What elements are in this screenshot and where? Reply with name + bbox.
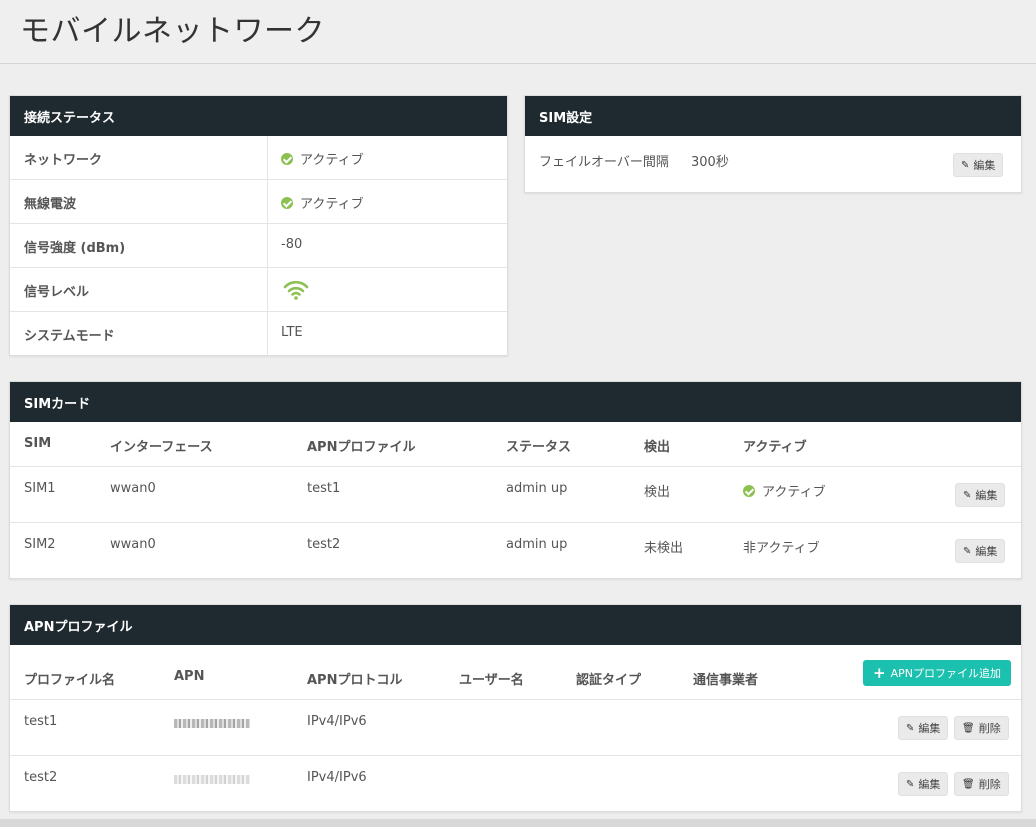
status-value: アクティブ: [281, 149, 364, 168]
apn2-edit-button[interactable]: ✎ 編集: [898, 772, 949, 796]
col-header-sim: SIM: [24, 436, 52, 451]
add-apn-profile-button[interactable]: + APNプロファイル追加: [863, 660, 1011, 686]
check-circle-icon: [281, 153, 293, 165]
status-value: -80: [281, 237, 303, 252]
sim-settings-panel: SIM設定 フェイルオーバー間隔 300秒 ✎ 編集: [524, 95, 1022, 193]
status-label: 無線電波: [24, 197, 77, 212]
status-label: ネットワーク: [24, 153, 103, 168]
pencil-icon: ✎: [961, 159, 970, 171]
failover-label: フェイルオーバー間隔: [539, 155, 669, 170]
wifi-signal-icon: [283, 279, 309, 305]
pencil-icon: ✎: [906, 722, 915, 734]
check-circle-icon: [281, 197, 293, 209]
status-row-signal-level: 信号レベル: [10, 268, 507, 312]
col-header-auth-type: 認証タイプ: [576, 673, 642, 688]
col-header-apn-protocol: APNプロトコル: [307, 673, 403, 688]
profile-name-cell: test1: [24, 714, 58, 729]
apn1-delete-button[interactable]: 🗑 削除: [954, 716, 1009, 740]
check-circle-icon: [743, 485, 755, 497]
pencil-icon: ✎: [963, 489, 972, 501]
col-header-active: アクティブ: [743, 440, 807, 455]
col-header-interface: インターフェース: [110, 440, 213, 455]
apn-table-header: プロファイル名 APN APNプロトコル ユーザー名 認証タイプ 通信事業者 +…: [10, 645, 1021, 700]
apn-profiles-title: APNプロファイル: [10, 605, 1021, 645]
status-row-network: ネットワーク アクティブ: [10, 136, 507, 180]
col-header-apn: APN: [174, 669, 205, 684]
apn-protocol-cell: IPv4/IPv6: [307, 714, 367, 729]
status-label: 信号レベル: [24, 285, 90, 300]
sim-cell: SIM1: [24, 481, 56, 496]
apn-profiles-panel: APNプロファイル プロファイル名 APN APNプロトコル ユーザー名 認証タ…: [9, 604, 1022, 812]
col-header-profile-name: プロファイル名: [24, 673, 116, 688]
table-row: SIM1 wwan0 test1 admin up 検出 アクティブ ✎ 編集: [10, 467, 1021, 523]
detect-cell: 検出: [644, 485, 671, 500]
status-label: 信号強度 (dBm): [24, 241, 126, 256]
profile-name-cell: test2: [24, 770, 58, 785]
col-header-apn-profile: APNプロファイル: [307, 440, 416, 455]
apn-profile-cell: test1: [307, 481, 341, 496]
status-value: LTE: [281, 325, 303, 340]
status-row-signal-strength: 信号強度 (dBm) -80: [10, 224, 507, 268]
col-header-status: ステータス: [506, 440, 572, 455]
connection-status-panel: 接続ステータス ネットワーク アクティブ 無線電波 アクティブ 信号強度 (dB…: [9, 95, 508, 356]
sim-settings-title: SIM設定: [525, 96, 1021, 136]
failover-value: 300秒: [691, 155, 729, 170]
detect-cell: 未検出: [644, 541, 684, 556]
horizontal-scrollbar[interactable]: [0, 819, 1036, 827]
table-row: test2 IPv4/IPv6 ✎ 編集 🗑 削除: [10, 756, 1021, 812]
apn2-delete-button[interactable]: 🗑 削除: [954, 772, 1009, 796]
connection-status-title: 接続ステータス: [10, 96, 507, 136]
col-header-detect: 検出: [644, 440, 671, 455]
pencil-icon: ✎: [963, 545, 972, 557]
apn-protocol-cell: IPv4/IPv6: [307, 770, 367, 785]
sim2-edit-button[interactable]: ✎ 編集: [955, 539, 1006, 563]
sim-cards-title: SIMカード: [10, 382, 1021, 422]
interface-cell: wwan0: [110, 481, 156, 496]
table-row: test1 IPv4/IPv6 ✎ 編集 🗑 削除: [10, 700, 1021, 756]
sim-table-header: SIM インターフェース APNプロファイル ステータス 検出 アクティブ: [10, 422, 1021, 467]
status-label: システムモード: [24, 329, 115, 344]
col-header-carrier: 通信事業者: [693, 673, 759, 688]
status-cell: admin up: [506, 481, 568, 496]
apn-cell-redacted: [174, 772, 250, 787]
page-header: モバイルネットワーク: [0, 0, 1036, 64]
sim1-edit-button[interactable]: ✎ 編集: [955, 483, 1006, 507]
pencil-icon: ✎: [906, 778, 915, 790]
apn-profile-cell: test2: [307, 537, 341, 552]
trash-icon: 🗑: [962, 722, 975, 734]
status-value: アクティブ: [281, 193, 364, 212]
status-row-system-mode: システムモード LTE: [10, 312, 507, 356]
col-header-username: ユーザー名: [459, 673, 524, 688]
active-cell: アクティブ: [743, 481, 826, 500]
trash-icon: 🗑: [962, 778, 975, 790]
interface-cell: wwan0: [110, 537, 156, 552]
table-row: SIM2 wwan0 test2 admin up 未検出 非アクティブ ✎ 編集: [10, 523, 1021, 579]
status-cell: admin up: [506, 537, 568, 552]
apn1-edit-button[interactable]: ✎ 編集: [898, 716, 949, 740]
sim-cards-panel: SIMカード SIM インターフェース APNプロファイル ステータス 検出 ア…: [9, 381, 1022, 579]
sim-settings-edit-button[interactable]: ✎ 編集: [953, 153, 1004, 177]
active-cell: 非アクティブ: [743, 541, 820, 556]
sim-cell: SIM2: [24, 537, 56, 552]
page-title: モバイルネットワーク: [20, 14, 325, 49]
status-row-radio: 無線電波 アクティブ: [10, 180, 507, 224]
apn-cell-redacted: [174, 716, 250, 731]
plus-icon: +: [873, 664, 886, 682]
